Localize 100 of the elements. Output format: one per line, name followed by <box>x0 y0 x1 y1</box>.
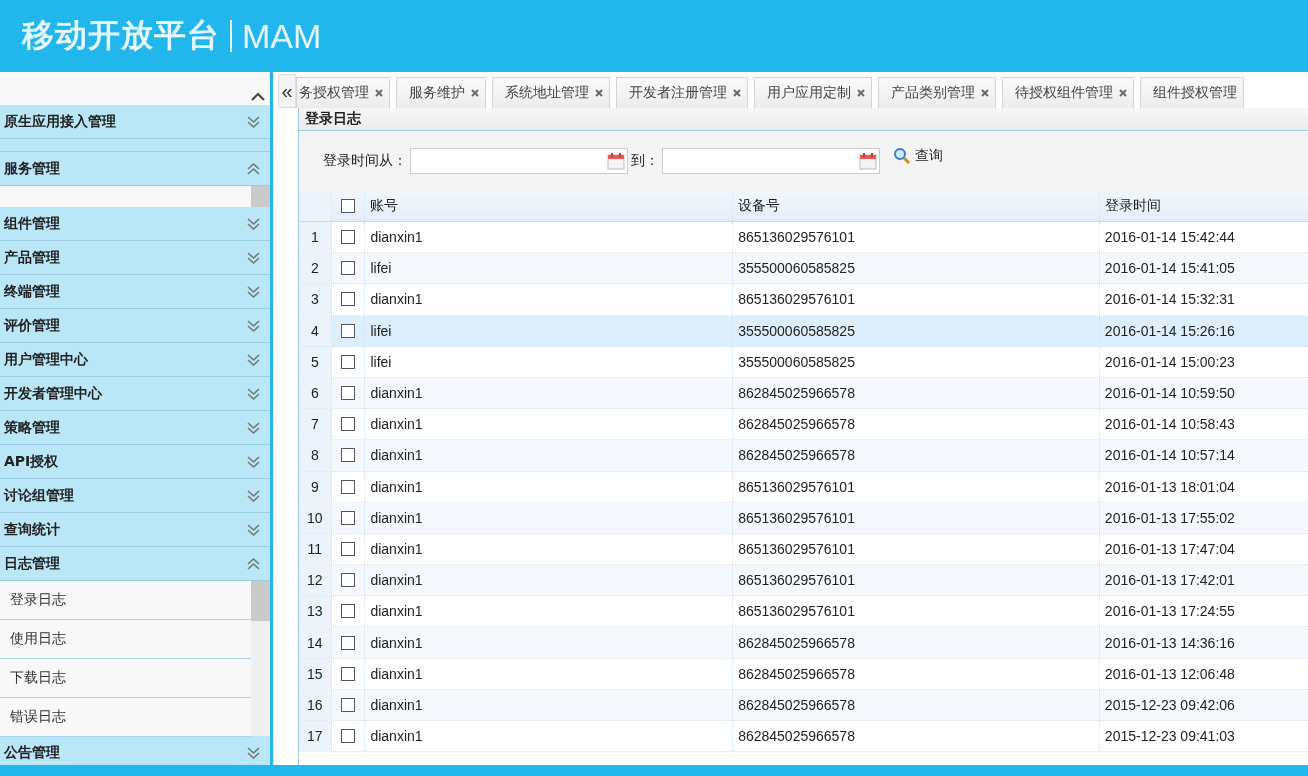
tab[interactable]: 服务维护 <box>396 77 486 108</box>
checkbox[interactable] <box>341 354 356 369</box>
row-number: 10 <box>299 502 332 533</box>
table-cell-text: 2016-01-13 17:55:02 <box>1103 508 1236 528</box>
checkbox[interactable] <box>341 292 356 307</box>
tab[interactable]: 用户应用定制 <box>754 77 872 108</box>
collapse-button[interactable]: « <box>278 74 296 108</box>
checkbox[interactable] <box>341 729 356 744</box>
sidebar-section[interactable]: 讨论组管理 <box>0 479 270 513</box>
calendar-icon[interactable] <box>859 151 877 170</box>
table-cell: 865136029576101 <box>733 502 1100 533</box>
chevron-down-icon[interactable] <box>247 115 260 128</box>
scrollbar[interactable] <box>251 186 270 207</box>
tab[interactable]: 系统地址管理 <box>492 77 610 108</box>
row-number: 15 <box>299 658 332 689</box>
table-cell: 865136029576101 <box>733 222 1100 253</box>
table-cell: 862845025966578 <box>733 377 1100 409</box>
checkbox[interactable] <box>341 479 356 494</box>
close-icon[interactable] <box>375 89 383 97</box>
sidebar-section[interactable]: 组件管理 <box>0 207 270 241</box>
sidebar-section[interactable]: 服务管理 <box>0 152 270 186</box>
table-cell-text: 2016-01-13 17:47:04 <box>1103 539 1236 559</box>
row-number: 8 <box>299 440 332 471</box>
table-cell: dianxin1 <box>365 627 734 658</box>
sidebar-section[interactable]: 产品管理 <box>0 241 270 275</box>
checkbox[interactable] <box>341 604 356 619</box>
table-cell-text: 2016-01-13 17:24:55 <box>1103 602 1236 622</box>
row-number: 14 <box>299 627 332 658</box>
search-icon[interactable] <box>893 146 911 165</box>
date-field[interactable] <box>410 147 628 174</box>
search-button[interactable]: 查询 <box>893 146 943 165</box>
product-name: MAM <box>242 16 322 56</box>
close-icon[interactable] <box>595 89 603 97</box>
date-field[interactable] <box>662 147 880 174</box>
row-number: 11 <box>299 533 332 565</box>
checkbox[interactable] <box>341 635 356 650</box>
checkbox[interactable] <box>341 573 356 588</box>
column-header[interactable]: 设备号 <box>733 190 1100 221</box>
close-icon[interactable] <box>1119 89 1127 97</box>
checkbox[interactable] <box>341 261 356 276</box>
table-cell: dianxin1 <box>365 409 734 440</box>
close-icon[interactable] <box>733 89 741 97</box>
checkbox[interactable] <box>341 417 356 432</box>
checkbox[interactable] <box>341 230 356 245</box>
checkbox[interactable] <box>341 697 356 712</box>
scrollbar[interactable] <box>251 581 270 736</box>
sidebar-section[interactable]: 用户管理中心 <box>0 343 270 377</box>
sidebar-section[interactable]: API授权 <box>0 445 270 479</box>
checkbox[interactable] <box>341 386 356 401</box>
row-number: 16 <box>299 689 332 720</box>
checkbox[interactable] <box>341 541 356 556</box>
chevron-down-icon[interactable] <box>247 387 260 400</box>
field-label: 到： <box>631 151 659 170</box>
row-number: 12 <box>299 565 332 596</box>
checkbox[interactable] <box>341 323 356 338</box>
table-cell-text: 2016-01-14 10:59:50 <box>1103 384 1236 404</box>
table-cell: dianxin1 <box>365 721 734 752</box>
chevron-down-icon[interactable] <box>247 455 260 468</box>
table-cell: 862845025966578 <box>733 627 1100 658</box>
chevron-down-icon[interactable] <box>247 319 260 332</box>
checkbox[interactable] <box>341 666 356 681</box>
close-icon[interactable] <box>471 89 479 97</box>
row-number: 9 <box>299 471 332 502</box>
sidebar-section[interactable]: 评价管理 <box>0 309 270 343</box>
table-cell: dianxin1 <box>365 440 734 471</box>
tab[interactable]: 务授权管理 <box>296 77 390 108</box>
column-header[interactable]: 账号 <box>365 190 734 221</box>
chevron-down-icon[interactable] <box>247 285 260 298</box>
chevron-down-icon[interactable] <box>247 217 260 230</box>
sidebar-section[interactable]: 策略管理 <box>0 411 270 445</box>
tab[interactable]: 待授权组件管理 <box>1002 77 1134 108</box>
checkbox[interactable] <box>341 448 356 463</box>
tab[interactable]: 开发者注册管理 <box>616 77 748 108</box>
table-cell: 865136029576101 <box>733 565 1100 596</box>
table-cell: dianxin1 <box>365 565 734 596</box>
row-number: 3 <box>299 284 332 315</box>
chevron-up-icon[interactable] <box>251 92 265 101</box>
sidebar-section[interactable]: 开发者管理中心 <box>0 377 270 411</box>
sidebar-section[interactable]: 日志管理 <box>0 547 270 581</box>
sidebar-section[interactable]: 公告管理 <box>0 736 270 765</box>
checkbox[interactable] <box>341 510 356 525</box>
table-cell: 862845025966578 <box>733 658 1100 689</box>
calendar-icon[interactable] <box>607 151 625 170</box>
table-cell: dianxin1 <box>365 471 734 502</box>
tab[interactable]: 产品类别管理 <box>878 77 996 108</box>
sidebar-section[interactable]: 查询统计 <box>0 513 270 547</box>
chevron-down-icon[interactable] <box>247 421 260 434</box>
checkbox[interactable] <box>341 198 356 213</box>
chevron-down-icon[interactable] <box>247 746 260 759</box>
sidebar-section[interactable]: 原生应用接入管理 <box>0 105 270 139</box>
chevron-down-icon[interactable] <box>247 251 260 264</box>
chevron-down-icon[interactable] <box>247 489 260 502</box>
close-icon[interactable] <box>981 89 989 97</box>
column-header[interactable]: 登录时间 <box>1099 190 1308 221</box>
sidebar-section[interactable]: 终端管理 <box>0 275 270 309</box>
table-cell: 862845025966578 <box>733 721 1100 752</box>
chevron-down-icon[interactable] <box>247 523 260 536</box>
chevron-down-icon[interactable] <box>247 353 260 366</box>
close-icon[interactable] <box>857 89 865 97</box>
tab[interactable]: 组件授权管理 <box>1140 77 1244 108</box>
